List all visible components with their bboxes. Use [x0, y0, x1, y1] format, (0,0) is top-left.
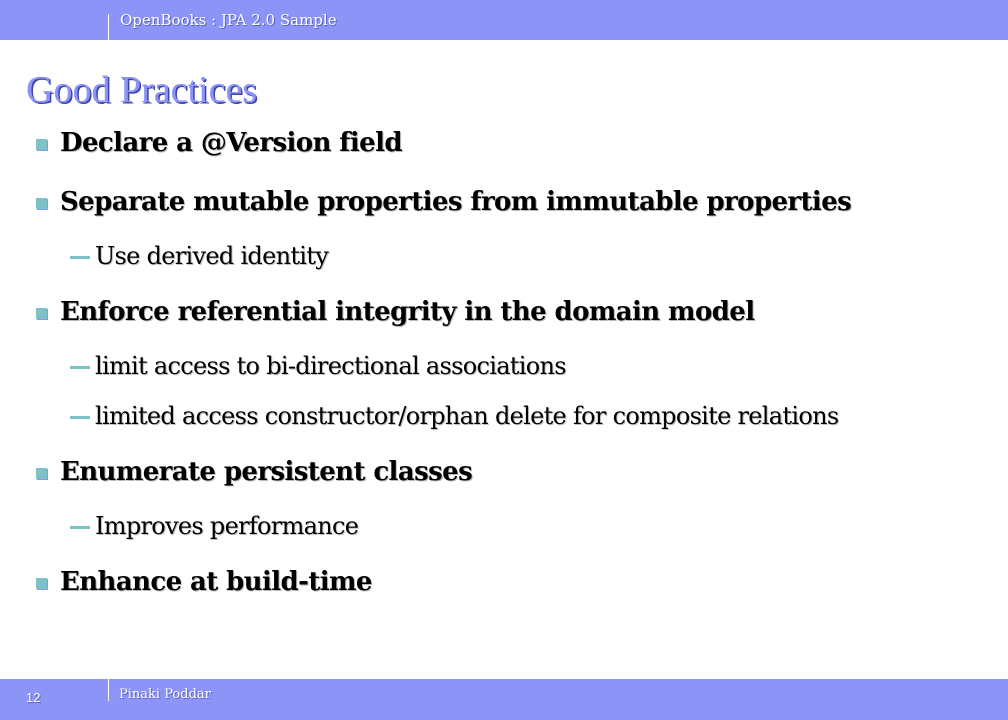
dash-bullet-icon	[70, 256, 90, 259]
bullet-item: Enumerate persistent classes	[60, 457, 473, 487]
sub-bullet-item: limited access constructor/orphan delete…	[95, 402, 839, 430]
bullet-item: Enhance at build-time	[60, 567, 372, 597]
sub-bullet-item: limit access to bi-directional associati…	[95, 352, 567, 380]
page-number: 12	[26, 690, 41, 705]
square-bullet-icon	[36, 468, 47, 479]
square-bullet-icon	[36, 139, 47, 150]
dash-bullet-icon	[70, 526, 90, 529]
square-bullet-icon	[36, 308, 47, 319]
slide-title: Good Practices	[26, 69, 258, 111]
presentation-title: OpenBooks : JPA 2.0 Sample	[120, 11, 337, 29]
sub-bullet-item: Use derived identity	[95, 242, 329, 270]
square-bullet-icon	[36, 198, 47, 209]
dash-bullet-icon	[70, 366, 90, 369]
bullet-item: Declare a @Version field	[60, 128, 403, 158]
header-divider	[108, 14, 109, 40]
footer-divider	[108, 679, 109, 701]
dash-bullet-icon	[70, 416, 90, 419]
header-bar: OpenBooks : JPA 2.0 Sample	[0, 0, 1008, 40]
footer-bar: 12 Pinaki Poddar	[0, 679, 1008, 720]
sub-bullet-item: Improves performance	[95, 512, 359, 540]
author-name: Pinaki Poddar	[119, 687, 211, 702]
bullet-item: Separate mutable properties from immutab…	[60, 187, 852, 217]
bullet-item: Enforce referential integrity in the dom…	[60, 297, 755, 327]
square-bullet-icon	[36, 578, 47, 589]
